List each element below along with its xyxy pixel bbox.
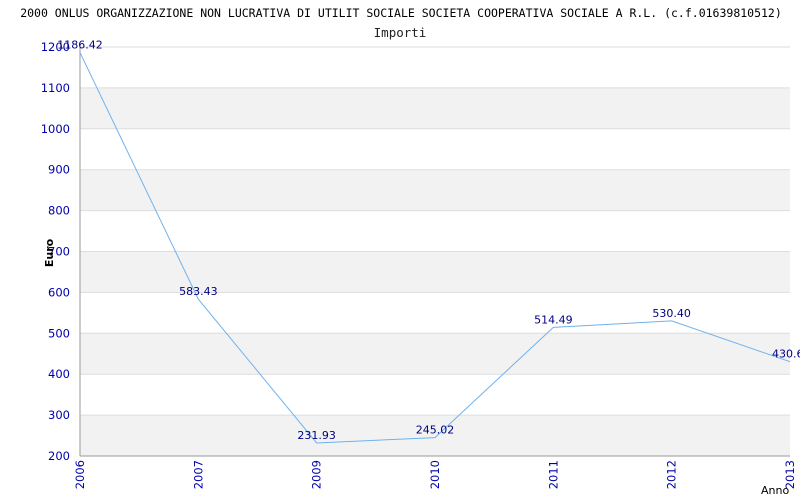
y-tick-label: 600 xyxy=(48,285,70,299)
data-label: 231.93 xyxy=(297,429,336,442)
y-tick-label: 900 xyxy=(48,163,70,177)
plot-band xyxy=(80,169,790,211)
data-label: 1186.42 xyxy=(57,39,103,52)
x-axis-label: Anno xyxy=(761,484,789,497)
x-tick-label: 2006 xyxy=(73,460,87,489)
y-axis-label: Euro xyxy=(43,238,56,267)
data-label: 583.43 xyxy=(179,285,218,298)
line-chart: 200300400500600700800900100011001200 200… xyxy=(20,6,800,497)
x-tick-label: 2007 xyxy=(191,460,205,489)
y-tick-label: 1000 xyxy=(41,122,70,136)
y-tick-label: 200 xyxy=(48,449,70,463)
data-label: 245.02 xyxy=(416,424,455,437)
y-tick-label: 500 xyxy=(48,326,70,340)
plot-band xyxy=(80,87,790,129)
y-tick-label: 800 xyxy=(48,204,70,218)
chart-title: 2000 ONLUS ORGANIZZAZIONE NON LUCRATIVA … xyxy=(20,6,782,20)
plot-band xyxy=(80,333,790,375)
plot-bands xyxy=(80,87,790,456)
chart-subtitle: Importi xyxy=(374,25,427,40)
x-tick-label: 2012 xyxy=(665,460,679,489)
data-label: 430.6 xyxy=(772,348,800,361)
x-tick-label: 2010 xyxy=(428,460,442,489)
x-tick-labels: 2006 2007 2009 2010 2011 2012 2013 xyxy=(73,460,797,489)
y-tick-label: 1100 xyxy=(41,81,70,95)
y-tick-label: 300 xyxy=(48,408,70,422)
x-tick-label: 2009 xyxy=(310,460,324,489)
y-tick-label: 400 xyxy=(48,367,70,381)
data-label: 530.40 xyxy=(652,307,691,320)
data-label: 514.49 xyxy=(534,313,573,326)
x-tick-label: 2011 xyxy=(546,460,560,489)
